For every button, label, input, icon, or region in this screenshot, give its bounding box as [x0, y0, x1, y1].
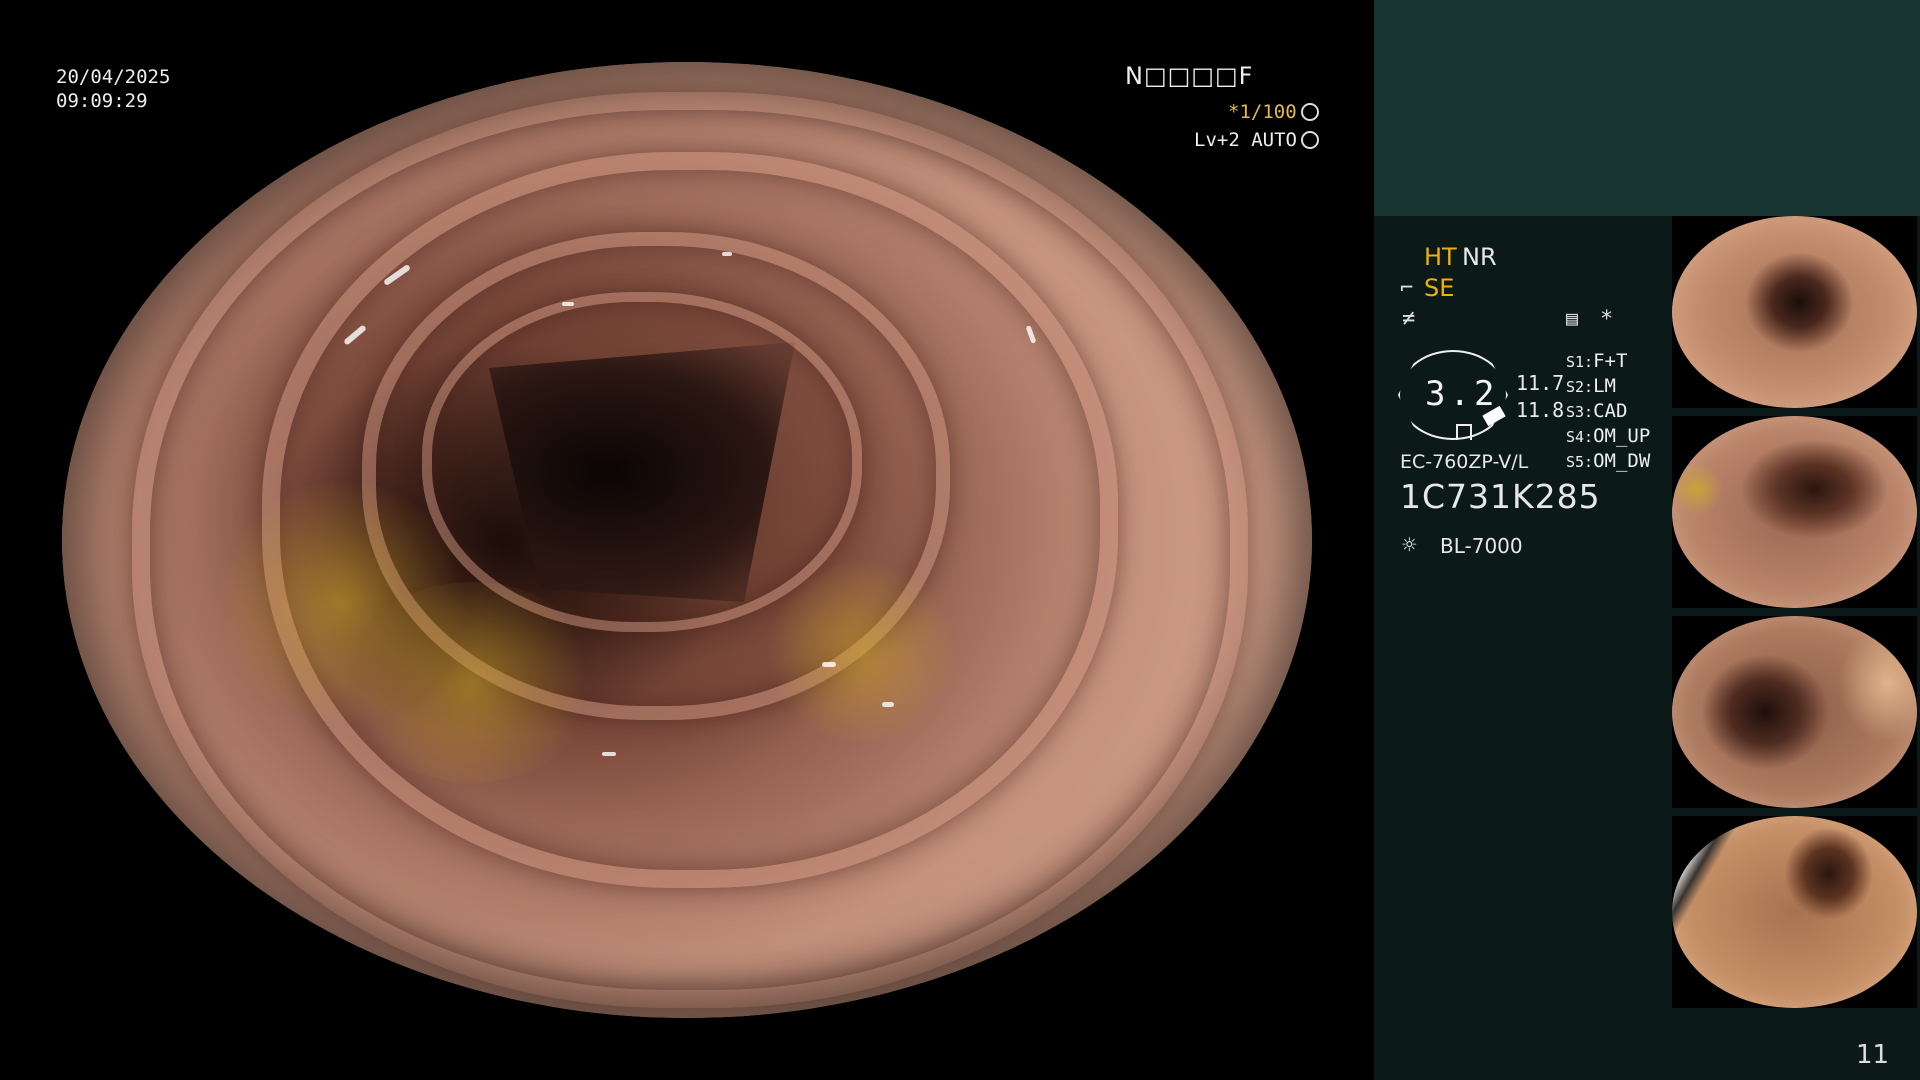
value-1: 11.7	[1516, 371, 1565, 395]
shutter-icon	[1300, 103, 1319, 121]
thumbnail-image	[1672, 216, 1917, 408]
thumbnail-1[interactable]	[1672, 216, 1917, 408]
structure-icon: ⌐	[1400, 276, 1414, 301]
value-2: 11.8	[1516, 398, 1565, 422]
shutter-value: *1/100	[1228, 101, 1297, 123]
light-source: BL-7000	[1440, 534, 1523, 558]
auto-icon	[1300, 131, 1319, 149]
ht-indicator: HT	[1424, 243, 1457, 271]
page-number: 11	[1856, 1040, 1890, 1070]
setting-row: S5:OM_DW	[1566, 450, 1651, 472]
nr-indicator: NR	[1462, 243, 1497, 271]
thumbnail-image	[1672, 416, 1917, 608]
memory-icon: ▤	[1566, 306, 1579, 330]
scope-model: EC-760ZP-V/L	[1400, 451, 1529, 473]
setting-row: S1:F+T	[1566, 350, 1628, 372]
time-readout: 09:09:29	[56, 90, 148, 112]
panel-header	[1374, 0, 1920, 216]
thumbnail-4[interactable]	[1672, 816, 1917, 1008]
asterisk-icon: *	[1600, 307, 1614, 332]
thumbnail-3[interactable]	[1672, 616, 1917, 808]
scope-serial: 1C731K285	[1400, 477, 1601, 516]
level-readout: Lv+2 AUTO	[1194, 128, 1319, 152]
setting-row: S3:CAD	[1566, 400, 1628, 422]
gauge-indicator	[1456, 424, 1472, 440]
light-source-icon: ☼	[1402, 531, 1417, 559]
setting-row: S4:OM_UP	[1566, 425, 1651, 447]
gauge-value: 3.2	[1425, 374, 1499, 414]
vignette	[62, 62, 1312, 1018]
endoscope-main-image	[62, 62, 1312, 1018]
shutter-readout: *1/100	[1228, 100, 1319, 124]
thumbnail-image	[1672, 816, 1917, 1008]
thumbnail-image	[1672, 616, 1917, 808]
level-value: Lv+2 AUTO	[1194, 129, 1297, 151]
color-icon: ≠	[1402, 306, 1416, 331]
date-readout: 20/04/2025	[56, 66, 171, 88]
se-indicator: SE	[1424, 274, 1455, 302]
patient-id: N□□□□F	[1125, 62, 1254, 90]
setting-row: S2:LM	[1566, 375, 1616, 397]
thumbnail-2[interactable]	[1672, 416, 1917, 608]
